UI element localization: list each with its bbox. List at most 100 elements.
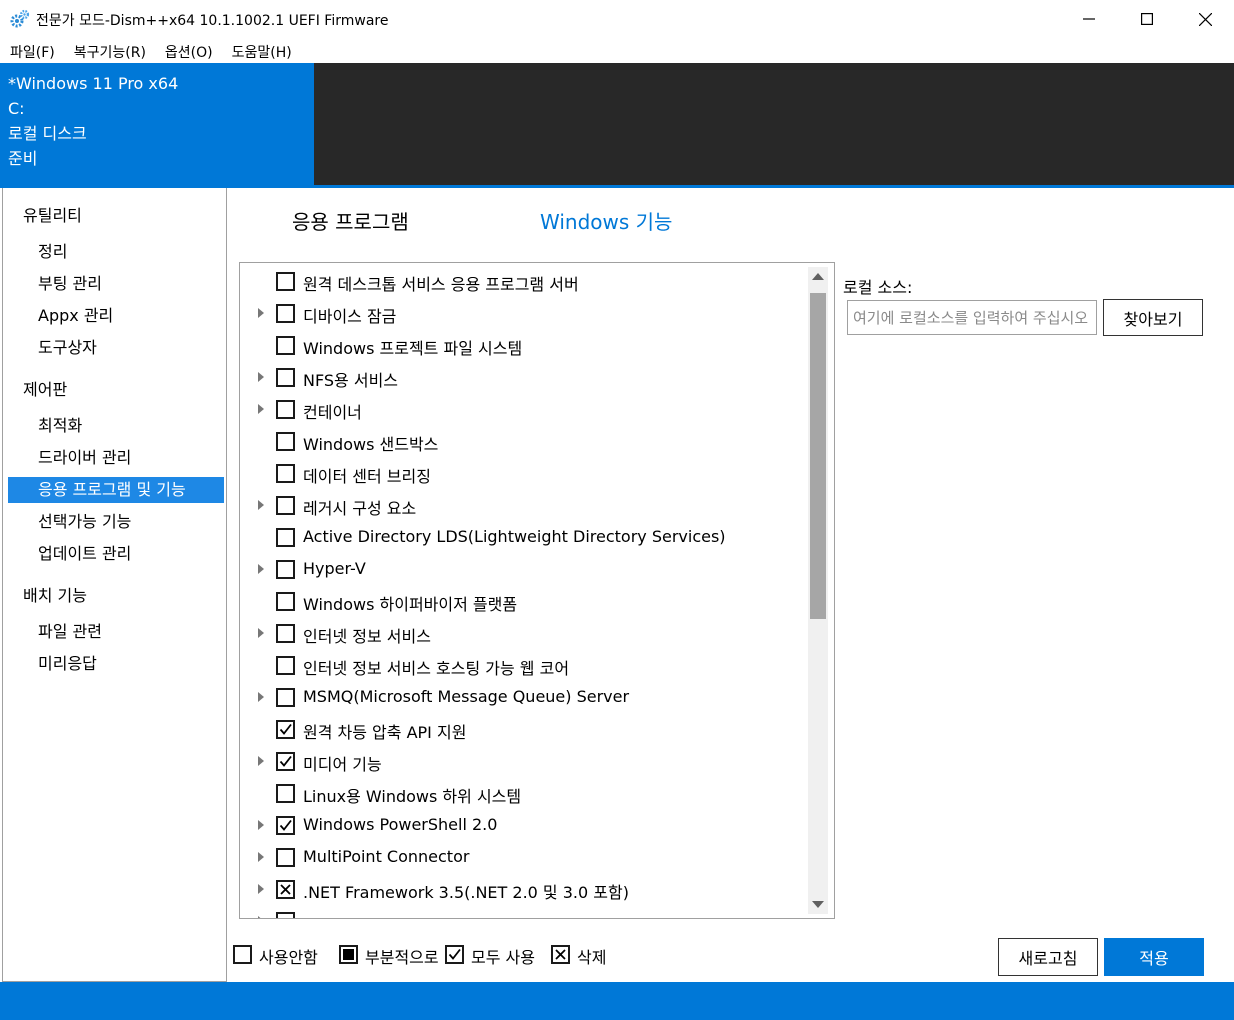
- feature-label: Windows 프로젝트 파일 시스템: [303, 339, 523, 358]
- os-name: *Windows 11 Pro x64: [8, 74, 179, 93]
- checkbox-empty-icon[interactable]: [276, 624, 295, 643]
- sidebar-item-optional-features[interactable]: 선택가능 기능: [8, 509, 224, 535]
- expand-arrow-icon[interactable]: [258, 564, 264, 574]
- sidebar: 유틸리티 정리 부팅 관리 Appx 관리 도구상자 제어판 최적화 드라이버 …: [2, 188, 227, 982]
- menu-help[interactable]: 도움말(H): [222, 38, 301, 63]
- expand-arrow-icon[interactable]: [258, 500, 264, 510]
- list-scrollbar[interactable]: [808, 267, 828, 914]
- checkbox-empty-icon[interactable]: [276, 656, 295, 675]
- checkbox-empty-icon[interactable]: [276, 336, 295, 355]
- feature-row[interactable]: Active Directory LDS(Lightweight Directo…: [240, 521, 808, 553]
- checkbox-empty-icon[interactable]: [276, 400, 295, 419]
- feature-row[interactable]: .NET Framework 3.5(.NET 2.0 및 3.0 포함): [240, 873, 808, 905]
- legend-label: 모두 사용: [471, 948, 535, 967]
- feature-row[interactable]: Windows 하이퍼바이저 플랫폼: [240, 585, 808, 617]
- checkbox-empty-icon[interactable]: [276, 528, 295, 547]
- feature-label: MSMQ(Microsoft Message Queue) Server: [303, 687, 630, 706]
- menu-options[interactable]: 옵션(O): [155, 38, 222, 63]
- sidebar-item-cleanup[interactable]: 정리: [8, 239, 224, 265]
- scroll-thumb[interactable]: [810, 293, 826, 619]
- sidebar-item-appx[interactable]: Appx 관리: [8, 303, 224, 329]
- feature-label: Hyper-V: [303, 559, 366, 578]
- feature-row[interactable]: 원격 차등 압축 API 지원: [240, 713, 808, 745]
- checkbox-empty-icon[interactable]: [276, 784, 295, 803]
- close-button[interactable]: [1176, 0, 1234, 38]
- minimize-button[interactable]: [1060, 0, 1118, 38]
- feature-row[interactable]: 원격 데스크톱 서비스 응용 프로그램 서버: [240, 265, 808, 297]
- checkbox-empty-icon[interactable]: [276, 592, 295, 611]
- feature-row[interactable]: MSMQ(Microsoft Message Queue) Server: [240, 681, 808, 713]
- feature-row[interactable]: 컨테이너: [240, 393, 808, 425]
- scroll-down-icon[interactable]: [812, 901, 824, 908]
- tab-apps[interactable]: 응용 프로그램: [292, 206, 409, 235]
- expand-arrow-icon[interactable]: [258, 820, 264, 830]
- sidebar-item-toolbox[interactable]: 도구상자: [8, 335, 224, 361]
- feature-row[interactable]: MultiPoint Connector: [240, 841, 808, 873]
- checkbox-empty-icon[interactable]: [276, 560, 295, 579]
- feature-row[interactable]: Hyper-V: [240, 553, 808, 585]
- feature-label: MultiPoint Connector: [303, 847, 470, 866]
- apply-button[interactable]: 적용: [1104, 938, 1204, 976]
- checkbox-empty-icon[interactable]: [276, 432, 295, 451]
- expand-arrow-icon[interactable]: [258, 308, 264, 318]
- tab-windows-features[interactable]: Windows 기능: [540, 206, 672, 235]
- checkbox-checked-icon[interactable]: [276, 816, 295, 835]
- sidebar-item-optimize[interactable]: 최적화: [8, 413, 224, 439]
- feature-row[interactable]: Linux용 Windows 하위 시스템: [240, 777, 808, 809]
- sidebar-item-drivers[interactable]: 드라이버 관리: [8, 445, 224, 471]
- browse-button[interactable]: 찾아보기: [1103, 299, 1203, 336]
- sidebar-item-boot[interactable]: 부팅 관리: [8, 271, 224, 297]
- sidebar-item-apps-features[interactable]: 응용 프로그램 및 기능: [8, 477, 224, 503]
- checkbox-delete-icon[interactable]: [276, 880, 295, 899]
- feature-row[interactable]: 미디어 기능: [240, 745, 808, 777]
- feature-label: 원격 데스크톱 서비스 응용 프로그램 서버: [303, 275, 579, 294]
- checkbox-empty-icon[interactable]: [276, 464, 295, 483]
- checkbox-empty-icon[interactable]: [276, 272, 295, 291]
- close-icon: [1198, 12, 1212, 26]
- refresh-button[interactable]: 새로고침: [998, 938, 1098, 976]
- local-source-input[interactable]: [847, 300, 1097, 335]
- sidebar-item-files[interactable]: 파일 관련: [8, 619, 224, 645]
- menu-recovery[interactable]: 복구기능(R): [64, 38, 155, 63]
- sidebar-item-answer-file[interactable]: 미리응답: [8, 651, 224, 677]
- feature-label: Windows PowerShell 2.0: [303, 815, 498, 834]
- menu-file[interactable]: 파일(F): [0, 38, 64, 63]
- session-info-panel[interactable]: *Windows 11 Pro x64 C: 로컬 디스크 준비: [0, 63, 314, 185]
- feature-row[interactable]: 인터넷 정보 서비스: [240, 617, 808, 649]
- sidebar-item-updates[interactable]: 업데이트 관리: [8, 541, 224, 567]
- checkbox-empty-icon[interactable]: [276, 688, 295, 707]
- expand-arrow-icon[interactable]: [258, 628, 264, 638]
- feature-row[interactable]: 인터넷 정보 서비스 호스팅 가능 웹 코어: [240, 649, 808, 681]
- drive-letter: C:: [8, 99, 25, 118]
- checkbox-empty-icon[interactable]: [276, 496, 295, 515]
- checkbox-empty-icon[interactable]: [276, 304, 295, 323]
- checkbox-empty-icon[interactable]: [276, 368, 295, 387]
- feature-row[interactable]: 레거시 구성 요소: [240, 489, 808, 521]
- feature-row[interactable]: 데이터 센터 브리징: [240, 457, 808, 489]
- feature-row[interactable]: 디바이스 잠금: [240, 297, 808, 329]
- expand-arrow-icon[interactable]: [258, 372, 264, 382]
- feature-row[interactable]: Windows PowerShell 2.0: [240, 809, 808, 841]
- feature-row[interactable]: Windows 샌드박스: [240, 425, 808, 457]
- expand-arrow-icon[interactable]: [258, 852, 264, 862]
- feature-row[interactable]: Windows 프로젝트 파일 시스템: [240, 329, 808, 361]
- expand-arrow-icon[interactable]: [258, 756, 264, 766]
- expand-arrow-icon[interactable]: [258, 884, 264, 894]
- expand-arrow-icon[interactable]: [258, 692, 264, 702]
- legend-label: 사용안함: [259, 948, 318, 967]
- minimize-icon: [1083, 18, 1095, 20]
- checkbox-checked-icon[interactable]: [276, 752, 295, 771]
- feature-label: 레거시 구성 요소: [303, 499, 417, 518]
- feature-list[interactable]: 원격 데스크톱 서비스 응용 프로그램 서버디바이스 잠금 Windows 프로젝…: [239, 262, 835, 919]
- expand-arrow-icon: [258, 916, 264, 918]
- checkbox-checked-icon: [445, 945, 464, 964]
- scroll-up-icon[interactable]: [812, 273, 824, 280]
- maximize-button[interactable]: [1118, 0, 1176, 38]
- legend-label: 부분적으로: [365, 948, 439, 967]
- feature-row[interactable]: NFS용 서비스: [240, 361, 808, 393]
- expand-arrow-icon[interactable]: [258, 404, 264, 414]
- feature-label: 컨테이너: [303, 403, 362, 422]
- checkbox-checked-icon[interactable]: [276, 720, 295, 739]
- feature-label: .NET Framework 3.5(.NET 2.0 및 3.0 포함): [303, 883, 629, 902]
- checkbox-empty-icon[interactable]: [276, 848, 295, 867]
